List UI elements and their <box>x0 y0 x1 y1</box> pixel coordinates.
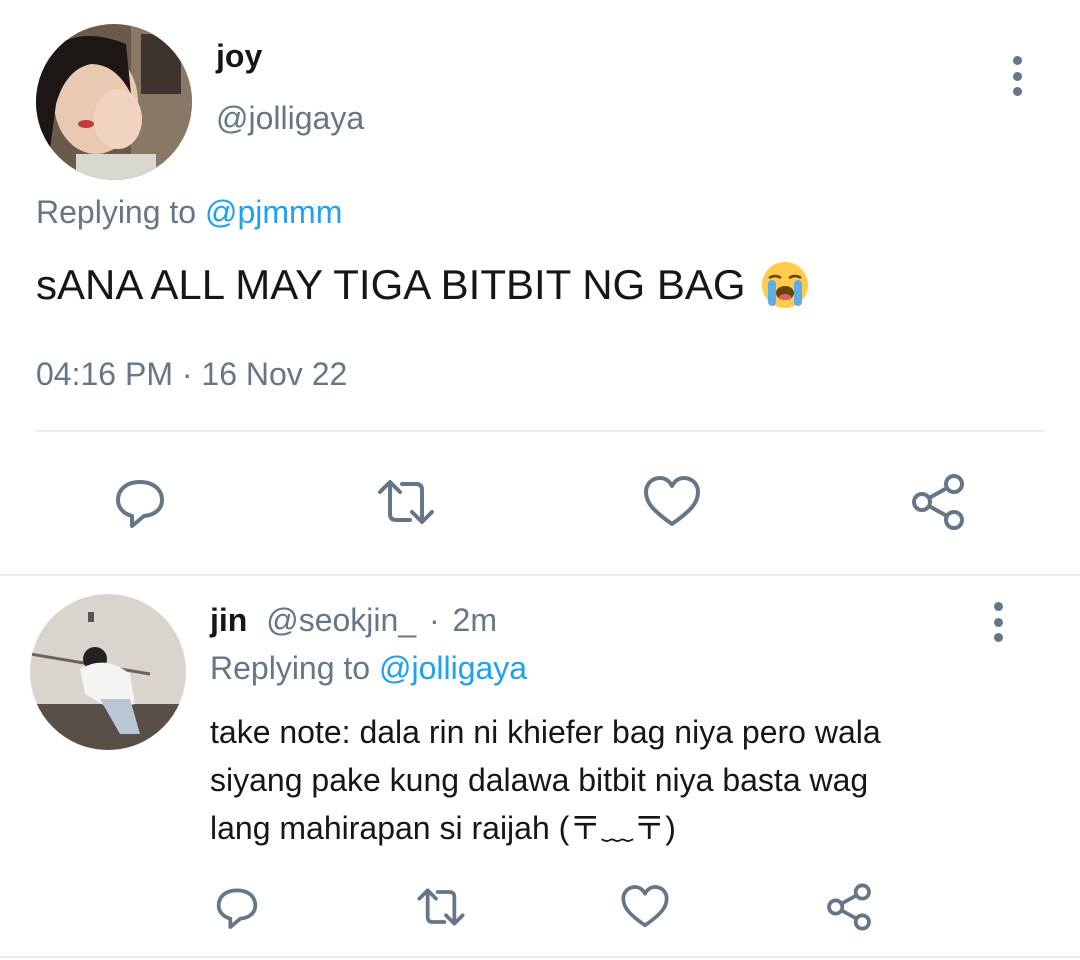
loudly-crying-face-icon <box>760 260 810 310</box>
replying-to-mention[interactable]: @pjmmm <box>205 194 342 230</box>
reply-text: take note: dala rin ni khiefer bag niya … <box>210 708 1010 852</box>
replying-prefix: Replying to <box>210 650 371 686</box>
author-handle[interactable]: @jolligaya <box>216 100 364 137</box>
reply-author-handle[interactable]: @seokjin_ <box>266 602 416 638</box>
reply-text-line: siyang pake kung dalawa bitbit niya bast… <box>210 762 869 798</box>
more-options-icon[interactable] <box>1005 56 1029 96</box>
tweet-date: 16 Nov 22 <box>201 356 348 392</box>
share-icon[interactable] <box>908 472 968 532</box>
reply-text-line: take note: dala rin ni khiefer bag niya … <box>210 714 881 750</box>
bottom-divider <box>0 956 1080 958</box>
share-icon[interactable] <box>824 882 874 932</box>
like-icon[interactable] <box>642 472 702 532</box>
replying-to-line: Replying to @pjmmm <box>36 194 342 231</box>
section-divider <box>0 574 1080 576</box>
reply-author-name[interactable]: jin <box>210 602 247 638</box>
reply-replying-to-line: Replying to @jolligaya <box>210 650 527 687</box>
author-avatar[interactable] <box>36 24 192 180</box>
reply-icon[interactable] <box>212 882 262 932</box>
divider <box>36 430 1044 432</box>
retweet-icon[interactable] <box>376 472 436 532</box>
tweet-text-content: sANA ALL MAY TIGA BITBIT NG BAG <box>36 261 746 308</box>
replying-to-mention[interactable]: @jolligaya <box>379 650 527 686</box>
reply-header: jin @seokjin_ · 2m <box>210 602 497 639</box>
replying-prefix: Replying to <box>36 194 197 230</box>
reply-text-line: lang mahirapan si raijah (〒﹏〒) <box>210 810 676 846</box>
separator-dot: · <box>181 356 193 392</box>
tweet-timestamp: 04:16 PM · 16 Nov 22 <box>36 356 347 393</box>
like-icon[interactable] <box>620 882 670 932</box>
tweet-text: sANA ALL MAY TIGA BITBIT NG BAG <box>36 260 810 310</box>
tweet-time: 04:16 PM <box>36 356 173 392</box>
author-name[interactable]: joy <box>216 38 262 75</box>
retweet-icon[interactable] <box>416 882 466 932</box>
separator-dot: · <box>429 602 440 638</box>
more-options-icon[interactable] <box>986 602 1010 642</box>
reply-age: 2m <box>452 602 497 638</box>
reply-icon[interactable] <box>110 472 170 532</box>
reply-author-avatar[interactable] <box>30 594 186 750</box>
